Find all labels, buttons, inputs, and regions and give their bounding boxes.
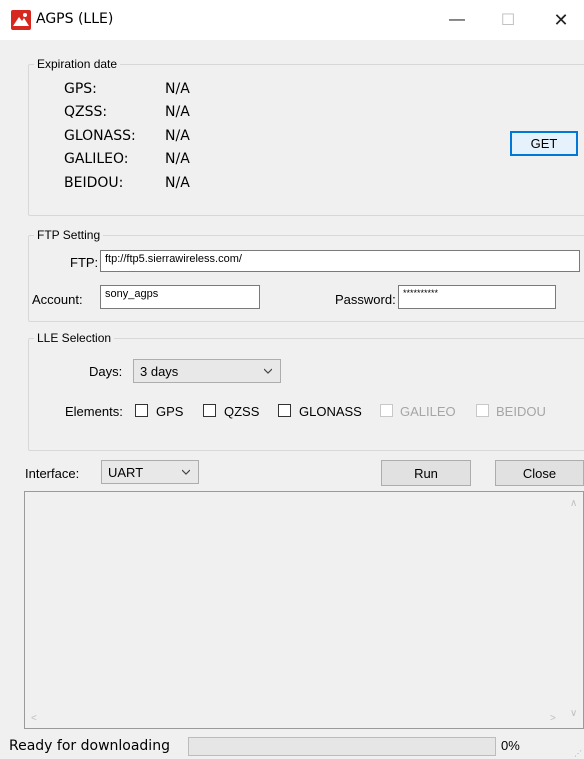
horizontal-scrollbar[interactable]: < > bbox=[25, 711, 566, 728]
gps-expiry-label: GPS: bbox=[64, 81, 97, 97]
glonass-checkbox[interactable] bbox=[278, 404, 291, 417]
scroll-right-icon[interactable]: > bbox=[550, 713, 556, 724]
title-bar: AGPS (LLE) — ☐ ✕ bbox=[0, 0, 584, 40]
interface-select[interactable]: UART bbox=[101, 460, 199, 484]
download-progress-bar bbox=[188, 737, 496, 756]
beidou-expiry-label: BEIDOU: bbox=[64, 175, 124, 191]
chevron-down-icon bbox=[264, 368, 272, 374]
password-label: Password: bbox=[335, 292, 396, 307]
ftp-group-title: FTP Setting bbox=[34, 228, 104, 242]
password-input[interactable]: ********** bbox=[398, 285, 556, 309]
scroll-up-icon[interactable]: ∧ bbox=[570, 498, 577, 509]
minimize-button[interactable]: — bbox=[434, 0, 480, 40]
account-input[interactable]: sony_agps bbox=[100, 285, 260, 309]
status-text: Ready for downloading bbox=[9, 738, 170, 754]
days-label: Days: bbox=[89, 364, 123, 379]
ftp-url-input[interactable]: ftp://ftp5.sierrawireless.com/ bbox=[100, 250, 580, 272]
scroll-left-icon[interactable]: < bbox=[31, 713, 37, 724]
lle-group bbox=[28, 338, 584, 451]
lle-group-title: LLE Selection bbox=[34, 331, 115, 345]
qzss-checkbox[interactable] bbox=[203, 404, 216, 417]
close-button[interactable]: Close bbox=[495, 460, 584, 486]
app-icon bbox=[11, 10, 31, 30]
elements-label: Elements: bbox=[65, 404, 123, 419]
qzss-expiry-value: N/A bbox=[165, 104, 190, 120]
galileo-expiry-value: N/A bbox=[165, 151, 190, 167]
gps-expiry-value: N/A bbox=[165, 81, 190, 97]
account-label: Account: bbox=[32, 292, 83, 307]
window-title: AGPS (LLE) bbox=[36, 11, 114, 27]
beidou-checkbox bbox=[476, 404, 489, 417]
galileo-expiry-label: GALILEO: bbox=[64, 151, 129, 167]
gps-checkbox[interactable] bbox=[135, 404, 148, 417]
get-button[interactable]: GET bbox=[510, 131, 578, 156]
glonass-checkbox-label: GLONASS bbox=[299, 404, 362, 419]
glonass-expiry-value: N/A bbox=[165, 128, 190, 144]
maximize-button[interactable]: ☐ bbox=[485, 0, 531, 40]
close-window-button[interactable]: ✕ bbox=[538, 0, 584, 40]
chevron-down-icon bbox=[182, 469, 190, 475]
beidou-checkbox-label: BEIDOU bbox=[496, 404, 546, 419]
progress-percent: 0% bbox=[501, 738, 520, 753]
run-button[interactable]: Run bbox=[381, 460, 471, 486]
interface-select-value: UART bbox=[108, 464, 144, 480]
interface-label: Interface: bbox=[25, 466, 80, 481]
glonass-expiry-label: GLONASS: bbox=[64, 128, 136, 144]
gps-checkbox-label: GPS bbox=[156, 404, 184, 419]
vertical-scrollbar[interactable]: ∧ ∨ bbox=[566, 492, 583, 728]
days-select-value: 3 days bbox=[140, 363, 179, 379]
beidou-expiry-value: N/A bbox=[165, 175, 190, 191]
qzss-checkbox-label: QZSS bbox=[224, 404, 260, 419]
expiration-group-title: Expiration date bbox=[34, 57, 121, 71]
galileo-checkbox bbox=[380, 404, 393, 417]
days-select[interactable]: 3 days bbox=[133, 359, 281, 383]
galileo-checkbox-label: GALILEO bbox=[400, 404, 456, 419]
log-textarea[interactable]: ∧ ∨ < > bbox=[24, 491, 584, 729]
qzss-expiry-label: QZSS: bbox=[64, 104, 108, 120]
scroll-down-icon[interactable]: ∨ bbox=[570, 708, 577, 719]
ftp-label: FTP: bbox=[70, 255, 99, 270]
resize-grip-icon[interactable]: ⋰ bbox=[574, 749, 582, 758]
